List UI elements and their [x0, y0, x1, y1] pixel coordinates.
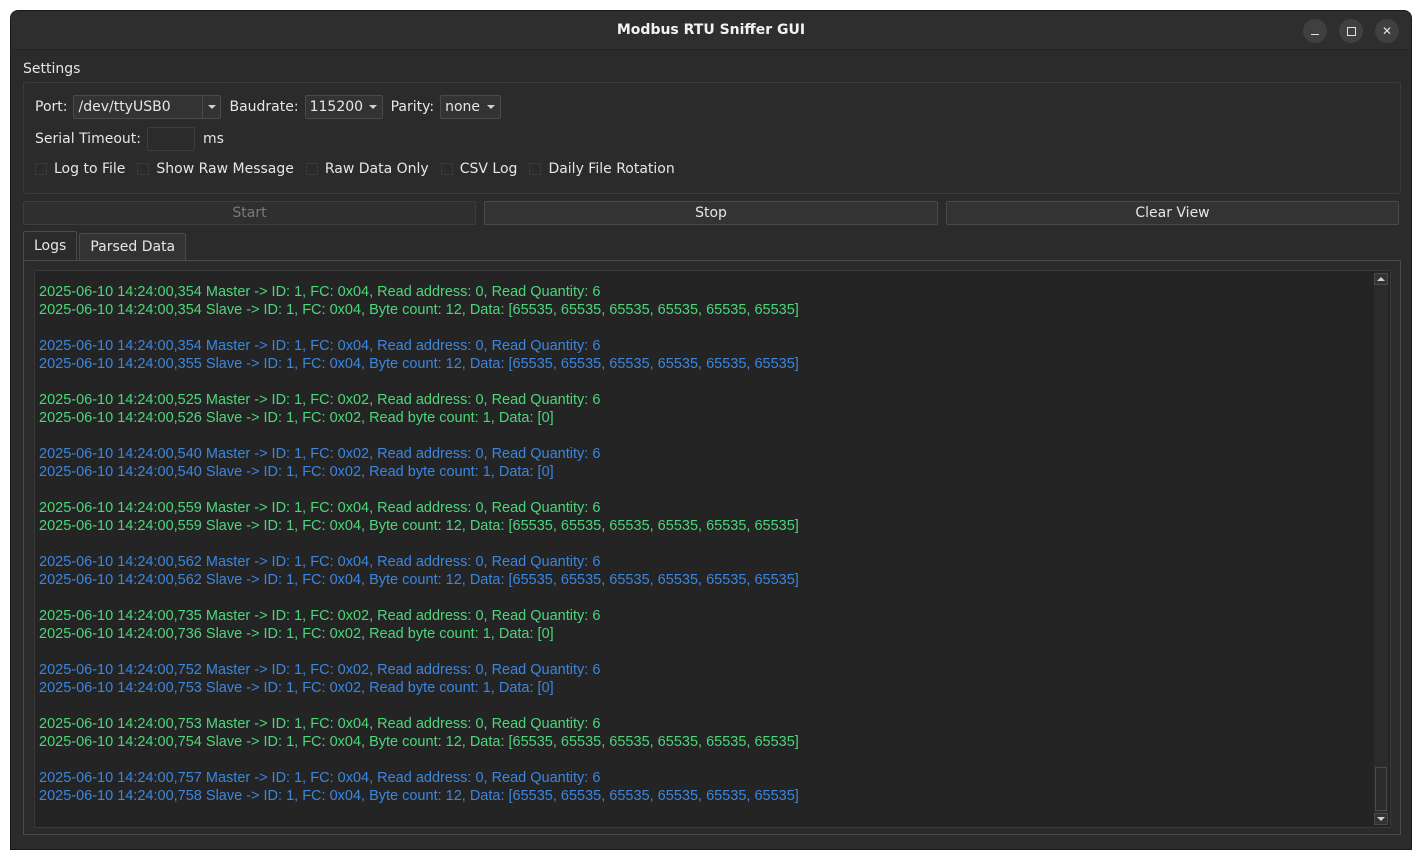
arrow-down-icon	[1377, 817, 1385, 821]
log-line-master: 2025-06-10 14:24:00,752 Master -> ID: 1,…	[39, 662, 601, 678]
baudrate-label: Baudrate:	[229, 99, 299, 115]
checkbox-label: Show Raw Message	[156, 161, 294, 177]
parity-value: none	[445, 99, 481, 115]
log-line-master: 2025-06-10 14:24:00,354 Master -> ID: 1,…	[39, 284, 601, 300]
serial-settings-row: Port: /dev/ttyUSB0 Baudrate: 115200 Pari…	[35, 95, 502, 119]
close-button[interactable]: ✕	[1375, 19, 1399, 43]
minimize-icon	[1311, 33, 1319, 35]
app-window: Modbus RTU Sniffer GUI ✕ Settings Port: …	[10, 10, 1412, 850]
settings-group-label: Settings	[23, 61, 81, 77]
arrow-up-icon	[1377, 277, 1385, 281]
timeout-row: Serial Timeout: ms	[35, 127, 230, 151]
log-entry: 2025-06-10 14:24:00,540 Master -> ID: 1,…	[39, 445, 1360, 481]
checkbox-box[interactable]	[305, 163, 318, 175]
chevron-down-icon	[207, 105, 216, 109]
log-line-master: 2025-06-10 14:24:00,753 Master -> ID: 1,…	[39, 716, 601, 732]
scrollbar-thumb[interactable]	[1375, 767, 1387, 811]
close-icon: ✕	[1381, 24, 1393, 38]
timeout-unit: ms	[202, 131, 224, 147]
log-line-master: 2025-06-10 14:24:00,559 Master -> ID: 1,…	[39, 500, 601, 516]
options-row: Log to File Show Raw Message Raw Data On…	[35, 161, 687, 177]
stop-button[interactable]: Stop	[484, 201, 938, 225]
title-bar[interactable]: Modbus RTU Sniffer GUI ✕	[11, 11, 1411, 50]
log-line-slave: 2025-06-10 14:24:00,562 Slave -> ID: 1, …	[39, 572, 799, 588]
vertical-scrollbar[interactable]	[1374, 273, 1388, 825]
log-entry: 2025-06-10 14:24:00,757 Master -> ID: 1,…	[39, 769, 1360, 805]
start-button[interactable]: Start	[23, 201, 476, 225]
log-line-slave: 2025-06-10 14:24:00,559 Slave -> ID: 1, …	[39, 518, 799, 534]
log-line-slave: 2025-06-10 14:24:00,540 Slave -> ID: 1, …	[39, 464, 554, 480]
checkbox-box[interactable]	[35, 163, 47, 175]
log-line-slave: 2025-06-10 14:24:00,754 Slave -> ID: 1, …	[39, 734, 799, 750]
window-controls: ✕	[1303, 19, 1399, 43]
log-line-master: 2025-06-10 14:24:00,525 Master -> ID: 1,…	[39, 392, 601, 408]
log-line-master: 2025-06-10 14:24:00,540 Master -> ID: 1,…	[39, 446, 601, 462]
log-line-master: 2025-06-10 14:24:00,757 Master -> ID: 1,…	[39, 770, 601, 786]
checkbox-box[interactable]	[440, 163, 453, 175]
log-line-slave: 2025-06-10 14:24:00,354 Slave -> ID: 1, …	[39, 302, 799, 318]
log-to-file-checkbox[interactable]: Log to File	[35, 161, 125, 177]
log-entry: 2025-06-10 14:24:00,562 Master -> ID: 1,…	[39, 553, 1360, 589]
log-line-master: 2025-06-10 14:24:00,735 Master -> ID: 1,…	[39, 608, 601, 624]
baudrate-combo[interactable]: 115200	[304, 95, 383, 119]
tab-bar: Logs Parsed Data	[23, 231, 188, 260]
log-line-slave: 2025-06-10 14:24:00,753 Slave -> ID: 1, …	[39, 680, 554, 696]
parity-combo[interactable]: none	[440, 95, 502, 119]
scroll-up-button[interactable]	[1374, 273, 1388, 285]
log-entry: 2025-06-10 14:24:00,525 Master -> ID: 1,…	[39, 391, 1360, 427]
log-line-slave: 2025-06-10 14:24:00,526 Slave -> ID: 1, …	[39, 410, 554, 426]
tab-logs[interactable]: Logs	[23, 231, 78, 260]
port-value: /dev/ttyUSB0	[78, 99, 171, 115]
log-line-slave: 2025-06-10 14:24:00,355 Slave -> ID: 1, …	[39, 356, 799, 372]
port-label: Port:	[35, 99, 68, 115]
log-line-master: 2025-06-10 14:24:00,354 Master -> ID: 1,…	[39, 338, 601, 354]
minimize-button[interactable]	[1303, 19, 1327, 43]
raw-data-only-checkbox[interactable]: Raw Data Only	[305, 161, 429, 177]
maximize-button[interactable]	[1339, 19, 1363, 43]
checkbox-label: Raw Data Only	[324, 161, 429, 177]
show-raw-message-checkbox[interactable]: Show Raw Message	[137, 161, 294, 177]
chevron-down-icon	[368, 105, 377, 109]
baudrate-value: 115200	[309, 99, 364, 115]
clear-view-button[interactable]: Clear View	[946, 201, 1399, 225]
log-line-slave: 2025-06-10 14:24:00,758 Slave -> ID: 1, …	[39, 788, 799, 804]
log-entry: 2025-06-10 14:24:00,559 Master -> ID: 1,…	[39, 499, 1360, 535]
logs-tab-pane: 2025-06-10 14:24:00,354 Master -> ID: 1,…	[23, 260, 1401, 835]
log-line-master: 2025-06-10 14:24:00,562 Master -> ID: 1,…	[39, 554, 601, 570]
checkbox-box[interactable]	[529, 163, 542, 175]
log-entry: 2025-06-10 14:24:00,354 Master -> ID: 1,…	[39, 337, 1360, 373]
log-entry: 2025-06-10 14:24:00,354 Master -> ID: 1,…	[39, 283, 1360, 319]
parity-label: Parity:	[390, 99, 435, 115]
csv-log-checkbox[interactable]: CSV Log	[440, 161, 518, 177]
log-view[interactable]: 2025-06-10 14:24:00,354 Master -> ID: 1,…	[34, 270, 1391, 828]
log-lines: 2025-06-10 14:24:00,354 Master -> ID: 1,…	[39, 283, 1360, 823]
checkbox-label: CSV Log	[459, 161, 518, 177]
checkbox-label: Daily File Rotation	[548, 161, 675, 177]
log-entry: 2025-06-10 14:24:00,753 Master -> ID: 1,…	[39, 715, 1360, 751]
daily-file-rotation-checkbox[interactable]: Daily File Rotation	[529, 161, 675, 177]
log-entry: 2025-06-10 14:24:00,735 Master -> ID: 1,…	[39, 607, 1360, 643]
checkbox-box[interactable]	[137, 163, 150, 175]
window-title: Modbus RTU Sniffer GUI	[616, 22, 806, 38]
timeout-input[interactable]	[146, 127, 195, 151]
timeout-label: Serial Timeout:	[35, 131, 141, 147]
port-dropdown-button[interactable]	[202, 96, 220, 118]
tab-parsed-data[interactable]: Parsed Data	[79, 233, 187, 260]
settings-group: Port: /dev/ttyUSB0 Baudrate: 115200 Pari…	[23, 82, 1401, 194]
port-combo[interactable]: /dev/ttyUSB0	[73, 95, 222, 119]
log-entry: 2025-06-10 14:24:00,752 Master -> ID: 1,…	[39, 661, 1360, 697]
chevron-down-icon	[487, 105, 496, 109]
log-line-slave: 2025-06-10 14:24:00,736 Slave -> ID: 1, …	[39, 626, 554, 642]
checkbox-label: Log to File	[54, 161, 126, 177]
scroll-down-button[interactable]	[1374, 813, 1388, 825]
maximize-icon	[1346, 26, 1356, 36]
